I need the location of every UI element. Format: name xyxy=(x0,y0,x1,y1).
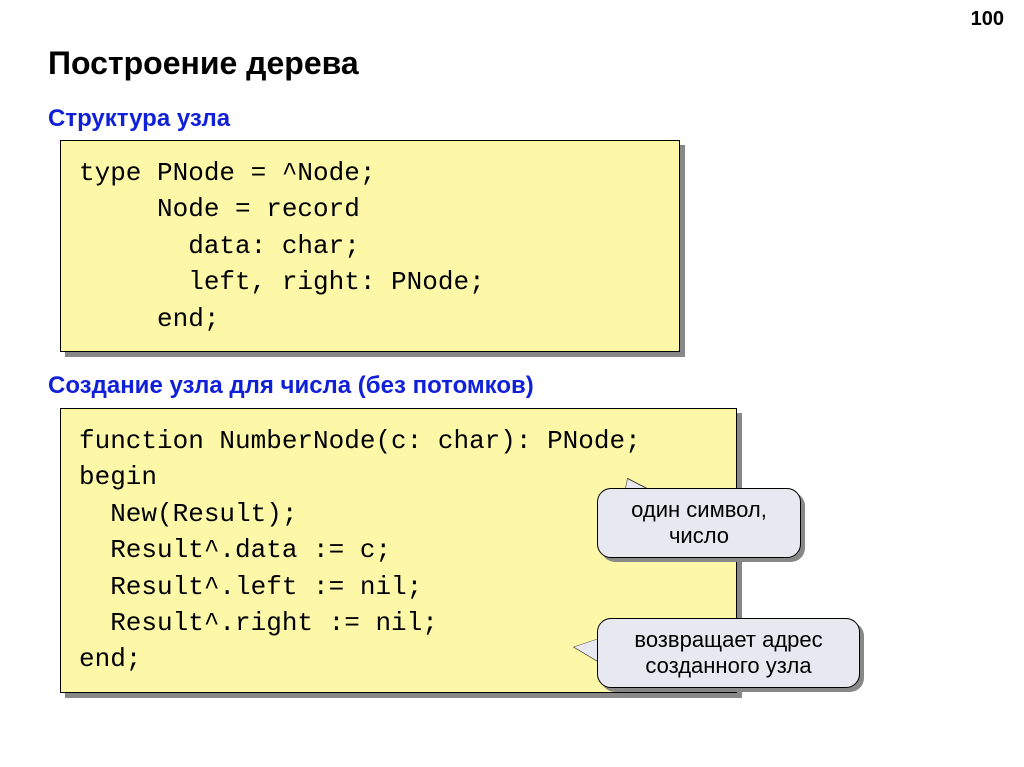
callout-returns-addr: возвращает адрессозданного узла xyxy=(597,618,860,688)
code-block-structure: type PNode = ^Node; Node = record data: … xyxy=(60,140,680,352)
page-title: Построение дерева xyxy=(48,45,359,82)
callout-one-symbol: один символ,число xyxy=(597,488,801,558)
callout-text-1: один символ,число xyxy=(631,497,767,548)
page-number: 100 xyxy=(971,8,1004,31)
code-text-structure: type PNode = ^Node; Node = record data: … xyxy=(61,141,679,351)
callout-text-2: возвращает адрессозданного узла xyxy=(634,627,822,678)
section-heading-create: Создание узла для числа (без потомков) xyxy=(48,372,534,400)
section-heading-structure: Структура узла xyxy=(48,105,230,133)
